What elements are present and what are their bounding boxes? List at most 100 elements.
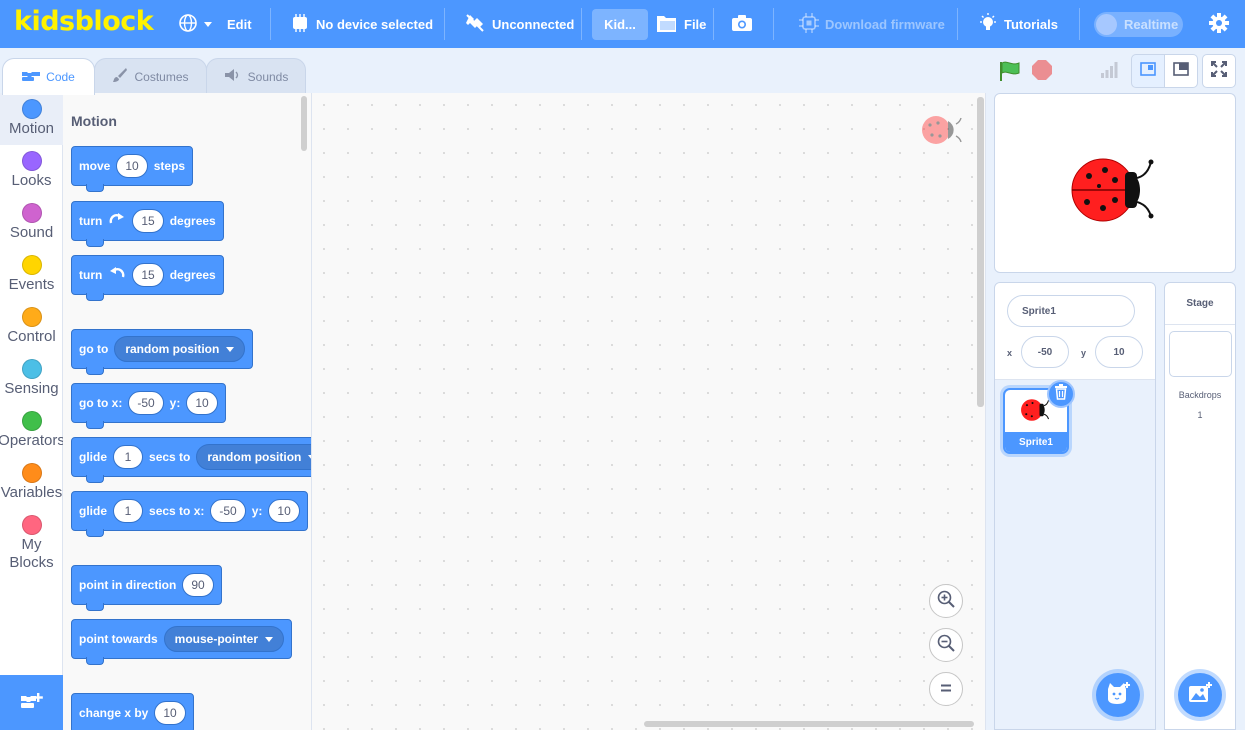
block-point-towards[interactable]: point towards mouse-pointer <box>71 619 293 665</box>
block-number-input[interactable]: 10 <box>116 154 148 178</box>
x-position-field[interactable]: -50 <box>1021 336 1069 368</box>
choose-sprite-button[interactable] <box>1096 673 1140 717</box>
sprite-thumbnail <box>1021 399 1050 421</box>
category-my-blocks[interactable]: My Blocks <box>0 515 63 572</box>
workspace-vertical-scrollbar[interactable] <box>977 97 984 407</box>
category-looks[interactable]: Looks <box>0 151 63 190</box>
block-text: degrees <box>169 214 216 228</box>
block-number-input[interactable]: 10 <box>268 499 300 523</box>
block-turn-left[interactable]: turn 15 degrees <box>71 255 224 301</box>
workspace-sprite-watermark <box>920 113 966 152</box>
menu-divider <box>957 8 958 40</box>
category-dot <box>21 411 42 431</box>
block-text: go to x: <box>79 396 123 410</box>
category-menu: Motion Looks Sound Events Control Sensin… <box>0 93 63 730</box>
tutorials-button[interactable]: Tutorials <box>978 0 1058 48</box>
block-move-steps[interactable]: move 10 steps <box>71 146 194 192</box>
category-events[interactable]: Events <box>0 255 63 294</box>
realtime-label: Realtime <box>1124 17 1179 32</box>
block-number-input[interactable]: 15 <box>132 209 164 233</box>
file-menu[interactable]: File <box>656 0 706 48</box>
block-number-input[interactable]: 1 <box>113 445 144 469</box>
category-sensing[interactable]: Sensing <box>0 359 63 398</box>
stage-canvas[interactable] <box>994 93 1236 273</box>
y-position-field[interactable]: 10 <box>1095 336 1143 368</box>
kid-mode-button[interactable]: Kid... <box>592 9 648 40</box>
download-firmware-button[interactable]: Download firmware <box>799 0 945 48</box>
caret-down-icon <box>226 346 235 352</box>
add-sprite-cat-icon <box>1105 681 1131 710</box>
settings-button[interactable] <box>1208 0 1230 48</box>
edit-menu[interactable]: Edit <box>227 0 252 48</box>
backdrop-thumbnail[interactable] <box>1169 331 1232 377</box>
fullscreen-button[interactable] <box>1202 54 1236 88</box>
tab-code[interactable]: Code <box>2 58 95 95</box>
category-variables[interactable]: Variables <box>0 463 63 502</box>
fullscreen-icon <box>1211 60 1227 82</box>
delete-sprite-button[interactable] <box>1047 380 1075 408</box>
category-dot <box>21 151 42 171</box>
category-operators[interactable]: Operators <box>0 411 63 450</box>
block-text: go to <box>79 342 109 356</box>
block-dropdown[interactable]: random position <box>196 444 311 470</box>
device-label: No device selected <box>316 16 434 32</box>
sprite-name-field[interactable]: Sprite1 <box>1007 295 1135 327</box>
category-sound[interactable]: Sound <box>0 203 63 242</box>
category-dot <box>21 307 42 327</box>
category-label: Looks <box>11 172 52 189</box>
category-dot <box>21 463 42 483</box>
choose-backdrop-button[interactable] <box>1178 673 1222 717</box>
lightbulb-icon <box>978 12 998 36</box>
block-number-input[interactable]: -50 <box>210 499 246 523</box>
block-number-input[interactable]: 10 <box>154 701 186 725</box>
block-text: secs to x: <box>149 504 205 518</box>
block-number-input[interactable]: 90 <box>182 573 214 597</box>
ladybug-sprite[interactable] <box>1069 158 1161 222</box>
block-number-input[interactable]: -50 <box>128 391 164 415</box>
block-glide-xy[interactable]: glide 1 secs to x: -50 y: 10 <box>71 491 308 537</box>
category-motion[interactable]: Motion <box>0 93 63 145</box>
add-backdrop-icon <box>1187 681 1213 710</box>
dropdown-value: mouse-pointer <box>174 632 259 646</box>
category-label: Sensing <box>4 380 59 397</box>
add-extension-button[interactable] <box>0 675 63 730</box>
screenshot-button[interactable] <box>731 0 753 48</box>
connection-status[interactable]: Unconnected <box>464 0 574 48</box>
device-selector[interactable]: No device selected <box>290 0 433 48</box>
block-number-input[interactable]: 10 <box>186 391 218 415</box>
block-turn-right[interactable]: turn 15 degrees <box>71 201 224 247</box>
block-go-to[interactable]: go to random position <box>71 329 254 375</box>
block-number-input[interactable]: 15 <box>132 263 164 287</box>
app-logo[interactable]: kidsblock <box>14 6 154 37</box>
language-menu[interactable] <box>178 0 212 48</box>
realtime-toggle[interactable]: Realtime <box>1094 12 1183 37</box>
connection-label: Unconnected <box>492 16 575 32</box>
block-point-in-direction[interactable]: point in direction 90 <box>71 565 222 611</box>
category-dot <box>21 99 42 119</box>
chip-icon <box>290 13 310 35</box>
menu-divider <box>581 8 582 40</box>
stage-selector[interactable]: Stage Backdrops 1 <box>1164 282 1236 730</box>
stop-button[interactable] <box>1031 59 1053 81</box>
block-dropdown[interactable]: mouse-pointer <box>163 626 285 652</box>
zoom-in-button[interactable] <box>929 584 963 618</box>
block-go-to-xy[interactable]: go to x: -50 y: 10 <box>71 383 226 429</box>
tab-costumes[interactable]: Costumes <box>94 58 207 94</box>
green-flag-button[interactable] <box>998 60 1022 82</box>
category-control[interactable]: Control <box>0 307 63 346</box>
zoom-reset-button[interactable] <box>929 672 963 706</box>
block-number-input[interactable]: 1 <box>113 499 144 523</box>
block-change-x[interactable]: change x by 10 <box>71 693 194 730</box>
x-label: x <box>1007 348 1013 358</box>
palette-scrollbar[interactable] <box>301 96 307 151</box>
zoom-out-button[interactable] <box>929 628 963 662</box>
workspace-horizontal-scrollbar[interactable] <box>644 721 974 727</box>
category-dot <box>21 359 42 379</box>
firmware-icon <box>799 12 819 36</box>
block-dropdown[interactable]: random position <box>114 336 246 362</box>
large-stage-button[interactable] <box>1164 54 1198 88</box>
tab-sounds[interactable]: Sounds <box>206 58 306 94</box>
script-workspace[interactable] <box>312 93 986 730</box>
block-glide[interactable]: glide 1 secs to random position <box>71 437 311 483</box>
small-stage-button[interactable] <box>1131 54 1165 88</box>
